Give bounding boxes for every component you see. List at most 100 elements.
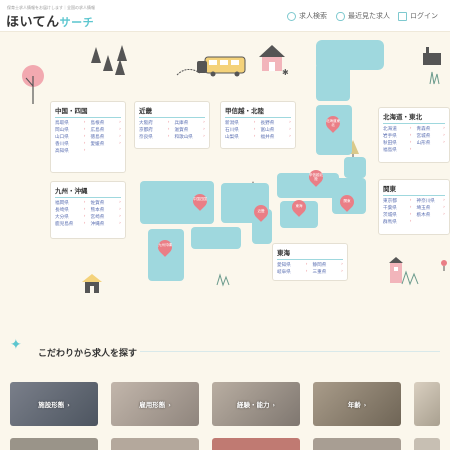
nav-recent-jobs-label: 最近見た求人 [348,12,390,20]
card-label: 施設形態 › [38,401,70,409]
pref-link[interactable]: 岡山県 › [55,127,86,133]
card-age[interactable]: 年齢 › [313,382,401,426]
pref-link[interactable]: 山梨県 › [225,134,256,140]
cottage-icon [82,274,102,293]
pref-link[interactable]: 長野県 › [261,120,292,126]
region-title: 北海道・東北 [383,111,445,124]
pine-trees-icon [91,45,127,75]
pref-link[interactable]: 新潟県 › [225,120,256,126]
pref-link[interactable]: 熊本県 › [91,207,122,213]
pref-link[interactable]: 島根県 › [91,120,122,126]
region-box-koshinetsu-hokuriku: 甲信越・北陸 新潟県 › 長野県 › 石川県 › 富山県 › 山梨県 › 福井県 › [220,101,296,149]
pref-link[interactable]: 山形県 › [417,140,446,146]
card-row2-3[interactable] [212,438,300,450]
pref-link[interactable]: 広島県 › [91,127,122,133]
hokkaido-land[interactable] [316,63,350,101]
pref-link[interactable]: 秋田県 › [383,140,412,146]
site-header: 保育士求人情報をお届けします｜全国の求人情報 ほいてんサーチ 求人検索 最近見た… [0,0,450,32]
pref-link[interactable]: 高知県 › [55,148,86,154]
pref-link[interactable]: 長崎県 › [55,207,86,213]
card-experience-ability[interactable]: 経験・能力 › [212,382,300,426]
pref-link[interactable]: 茨城県 › [383,212,412,218]
pref-link[interactable]: 三重県 › [313,269,344,275]
pref-link[interactable]: 滋賀県 › [175,127,206,133]
nav-login-label: ログイン [410,12,438,20]
pref-link[interactable]: 岩手県 › [383,133,412,139]
card-more[interactable] [414,382,440,426]
nav-login[interactable]: ログイン [398,11,438,21]
pref-link[interactable]: 和歌山県 › [175,134,206,140]
pref-link[interactable]: 山口県 › [55,134,86,140]
pref-link[interactable]: 沖縄県 › [91,221,122,227]
region-title: 関東 [383,183,445,196]
nav-recent-jobs[interactable]: 最近見た求人 [336,11,390,21]
pref-link[interactable]: 大阪府 › [139,120,170,126]
pref-link[interactable]: 石川県 › [225,127,256,133]
pref-link[interactable]: 香川県 › [55,141,86,147]
pref-link[interactable]: 愛媛県 › [91,141,122,147]
pref-link[interactable]: 佐賀県 › [91,200,122,206]
japan-region-map: ✱ 北海道東北 甲信越北陸 関東 東海 近畿 中国四国 九州沖縄 中国・四国 鳥… [0,33,450,323]
pref-link[interactable]: 岐阜県 › [277,269,308,275]
pref-link[interactable]: 青森県 › [417,126,446,132]
chevron-right-icon: › [272,402,275,409]
svg-text:✱: ✱ [282,68,289,76]
site-logo[interactable]: ほいてんサーチ [6,11,94,30]
card-label: 雇用形態 › [139,401,171,409]
pref-link[interactable]: 兵庫県 › [175,120,206,126]
login-icon [398,11,407,21]
chevron-right-icon: › [168,402,171,409]
card-row2-5[interactable] [414,438,440,450]
pref-link[interactable]: 東京都 › [383,198,412,204]
pref-link[interactable]: 宮城県 › [417,133,446,139]
pref-link[interactable]: 神奈川県 › [417,198,446,204]
pref-link[interactable]: 福井県 › [261,134,292,140]
pref-link[interactable]: 愛知県 › [277,262,308,268]
card-facility-type[interactable]: 施設形態 › [10,382,98,426]
pref-link[interactable]: 静岡県 › [313,262,344,268]
pref-link[interactable]: 千葉県 › [383,205,412,211]
region-box-kyushu-okinawa: 九州・沖縄 福岡県 › 佐賀県 › 長崎県 › 熊本県 › 大分県 › 宮崎県 › 鹿児島県… [50,181,126,239]
pref-link[interactable]: 埼玉県 › [417,205,446,211]
pin-label-chugoku-shikoku: 中国四国 [193,197,207,201]
pin-label-koshinetsu-hokuriku: 甲信越北陸 [309,173,323,181]
region-box-chugoku-shikoku: 中国・四国 鳥取県 › 島根県 › 岡山県 › 広島県 › 山口県 › 徳島県 › 香川県 ›… [50,101,126,173]
house-icon: ✱ [259,45,289,76]
pref-link[interactable]: 鹿児島県 › [55,221,86,227]
region-title: 中国・四国 [55,105,121,118]
pref-link[interactable]: 福岡県 › [55,200,86,206]
chevron-right-icon: › [67,402,70,409]
card-employment-type[interactable]: 雇用形態 › [111,382,199,426]
pin-label-kinki: 近畿 [257,209,265,213]
region-title: 九州・沖縄 [55,185,121,198]
pref-link[interactable]: 北海道 › [383,126,412,132]
pref-link[interactable]: 徳島県 › [91,134,122,140]
grass-icon [401,270,419,286]
pref-link[interactable]: 群馬県 › [383,219,412,225]
region-box-hokkaido-tohoku: 北海道・東北 北海道 › 青森県 › 岩手県 › 宮城県 › 秋田県 › 山形県 › 福島県… [378,107,450,163]
pref-link[interactable]: 宮崎県 › [91,214,122,220]
pref-link[interactable]: 鳥取県 › [55,120,86,126]
shikoku-land[interactable] [191,227,241,249]
pin-label-hokkaido-tohoku: 北海道東北 [326,119,340,127]
bus-icon [176,56,246,77]
card-row2-1[interactable] [10,438,98,450]
pref-link[interactable]: 栃木県 › [417,212,446,218]
region-box-tokai: 東海 愛知県 › 静岡県 › 岐阜県 › 三重県 › [272,243,348,281]
sparkle-icon: ✦ [10,337,22,353]
region-box-kanto: 関東 東京都 › 神奈川県 › 千葉県 › 埼玉県 › 茨城県 › 栃木県 › 群馬県 › [378,179,450,235]
region-title: 近畿 [139,105,205,118]
card-label: 経験・能力 › [237,401,275,409]
nav-job-search-label: 求人検索 [299,12,327,20]
pref-link[interactable]: 大分県 › [55,214,86,220]
pref-link[interactable]: 富山県 › [261,127,292,133]
pref-link[interactable]: 福島県 › [383,147,412,153]
region-box-kinki: 近畿 大阪府 › 兵庫県 › 京都府 › 滋賀県 › 奈良県 › 和歌山県 › [134,101,210,149]
card-row2-4[interactable] [313,438,401,450]
pref-link[interactable]: 京都府 › [139,127,170,133]
card-row2-2[interactable] [111,438,199,450]
nav-job-search[interactable]: 求人検索 [287,11,327,21]
pref-link[interactable]: 奈良県 › [139,134,170,140]
tohoku-land[interactable] [344,157,366,178]
pin-label-kanto: 関東 [343,199,351,203]
